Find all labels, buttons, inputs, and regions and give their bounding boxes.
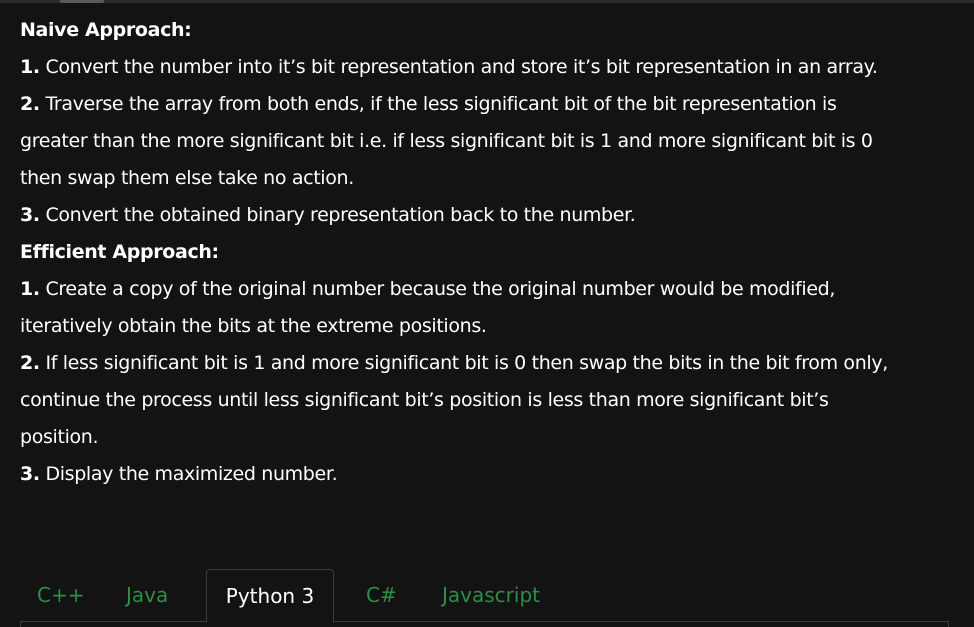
step-number: 2. <box>20 352 40 374</box>
step-text: If less significant bit is 1 and more si… <box>39 352 888 374</box>
naive-step-3: 3. Convert the obtained binary represent… <box>20 197 950 234</box>
step-number: 1. <box>20 278 40 300</box>
tab-java[interactable]: Java <box>126 569 168 621</box>
step-text: Display the maximized number. <box>39 463 338 485</box>
step-number: 1. <box>20 56 40 78</box>
tabs-divider <box>20 621 949 622</box>
step-text: continue the process until less signific… <box>20 389 829 411</box>
efficient-step-2-cont: continue the process until less signific… <box>20 382 950 419</box>
efficient-approach-heading: Efficient Approach: <box>20 241 219 263</box>
step-text: iteratively obtain the bits at the extre… <box>20 315 487 337</box>
efficient-step-2: 2. If less significant bit is 1 and more… <box>20 345 950 382</box>
efficient-step-2-cont: position. <box>20 419 950 456</box>
step-text: Traverse the array from both ends, if th… <box>39 93 837 115</box>
efficient-step-1: 1. Create a copy of the original number … <box>20 271 950 308</box>
naive-step-2-cont: greater than the more significant bit i.… <box>20 123 950 160</box>
efficient-step-3: 3. Display the maximized number. <box>20 456 950 493</box>
step-text: Convert the number into it’s bit represe… <box>39 56 878 78</box>
code-panel-left-edge <box>20 621 21 627</box>
naive-step-2-cont: then swap them else take no action. <box>20 160 950 197</box>
step-text: Create a copy of the original number bec… <box>39 278 836 300</box>
step-text: then swap them else take no action. <box>20 167 354 189</box>
top-divider <box>0 0 974 3</box>
step-number: 3. <box>20 463 40 485</box>
step-number: 3. <box>20 204 40 226</box>
naive-step-1: 1. Convert the number into it’s bit repr… <box>20 49 950 86</box>
step-text: greater than the more significant bit i.… <box>20 130 873 152</box>
code-language-tabs: C++ Java Python 3 C# Javascript <box>20 569 949 627</box>
tab-python3[interactable]: Python 3 <box>206 569 334 623</box>
tab-csharp[interactable]: C# <box>366 569 397 621</box>
naive-approach-heading: Naive Approach: <box>20 19 192 41</box>
tab-cpp[interactable]: C++ <box>37 569 84 621</box>
tab-javascript[interactable]: Javascript <box>442 569 540 621</box>
article-body: Naive Approach: 1. Convert the number in… <box>20 12 950 493</box>
step-text: Convert the obtained binary representati… <box>39 204 636 226</box>
code-panel-right-edge <box>948 621 949 627</box>
efficient-step-1-cont: iteratively obtain the bits at the extre… <box>20 308 950 345</box>
step-text: position. <box>20 426 99 448</box>
top-tab-stub <box>60 0 104 3</box>
naive-step-2: 2. Traverse the array from both ends, if… <box>20 86 950 123</box>
step-number: 2. <box>20 93 40 115</box>
